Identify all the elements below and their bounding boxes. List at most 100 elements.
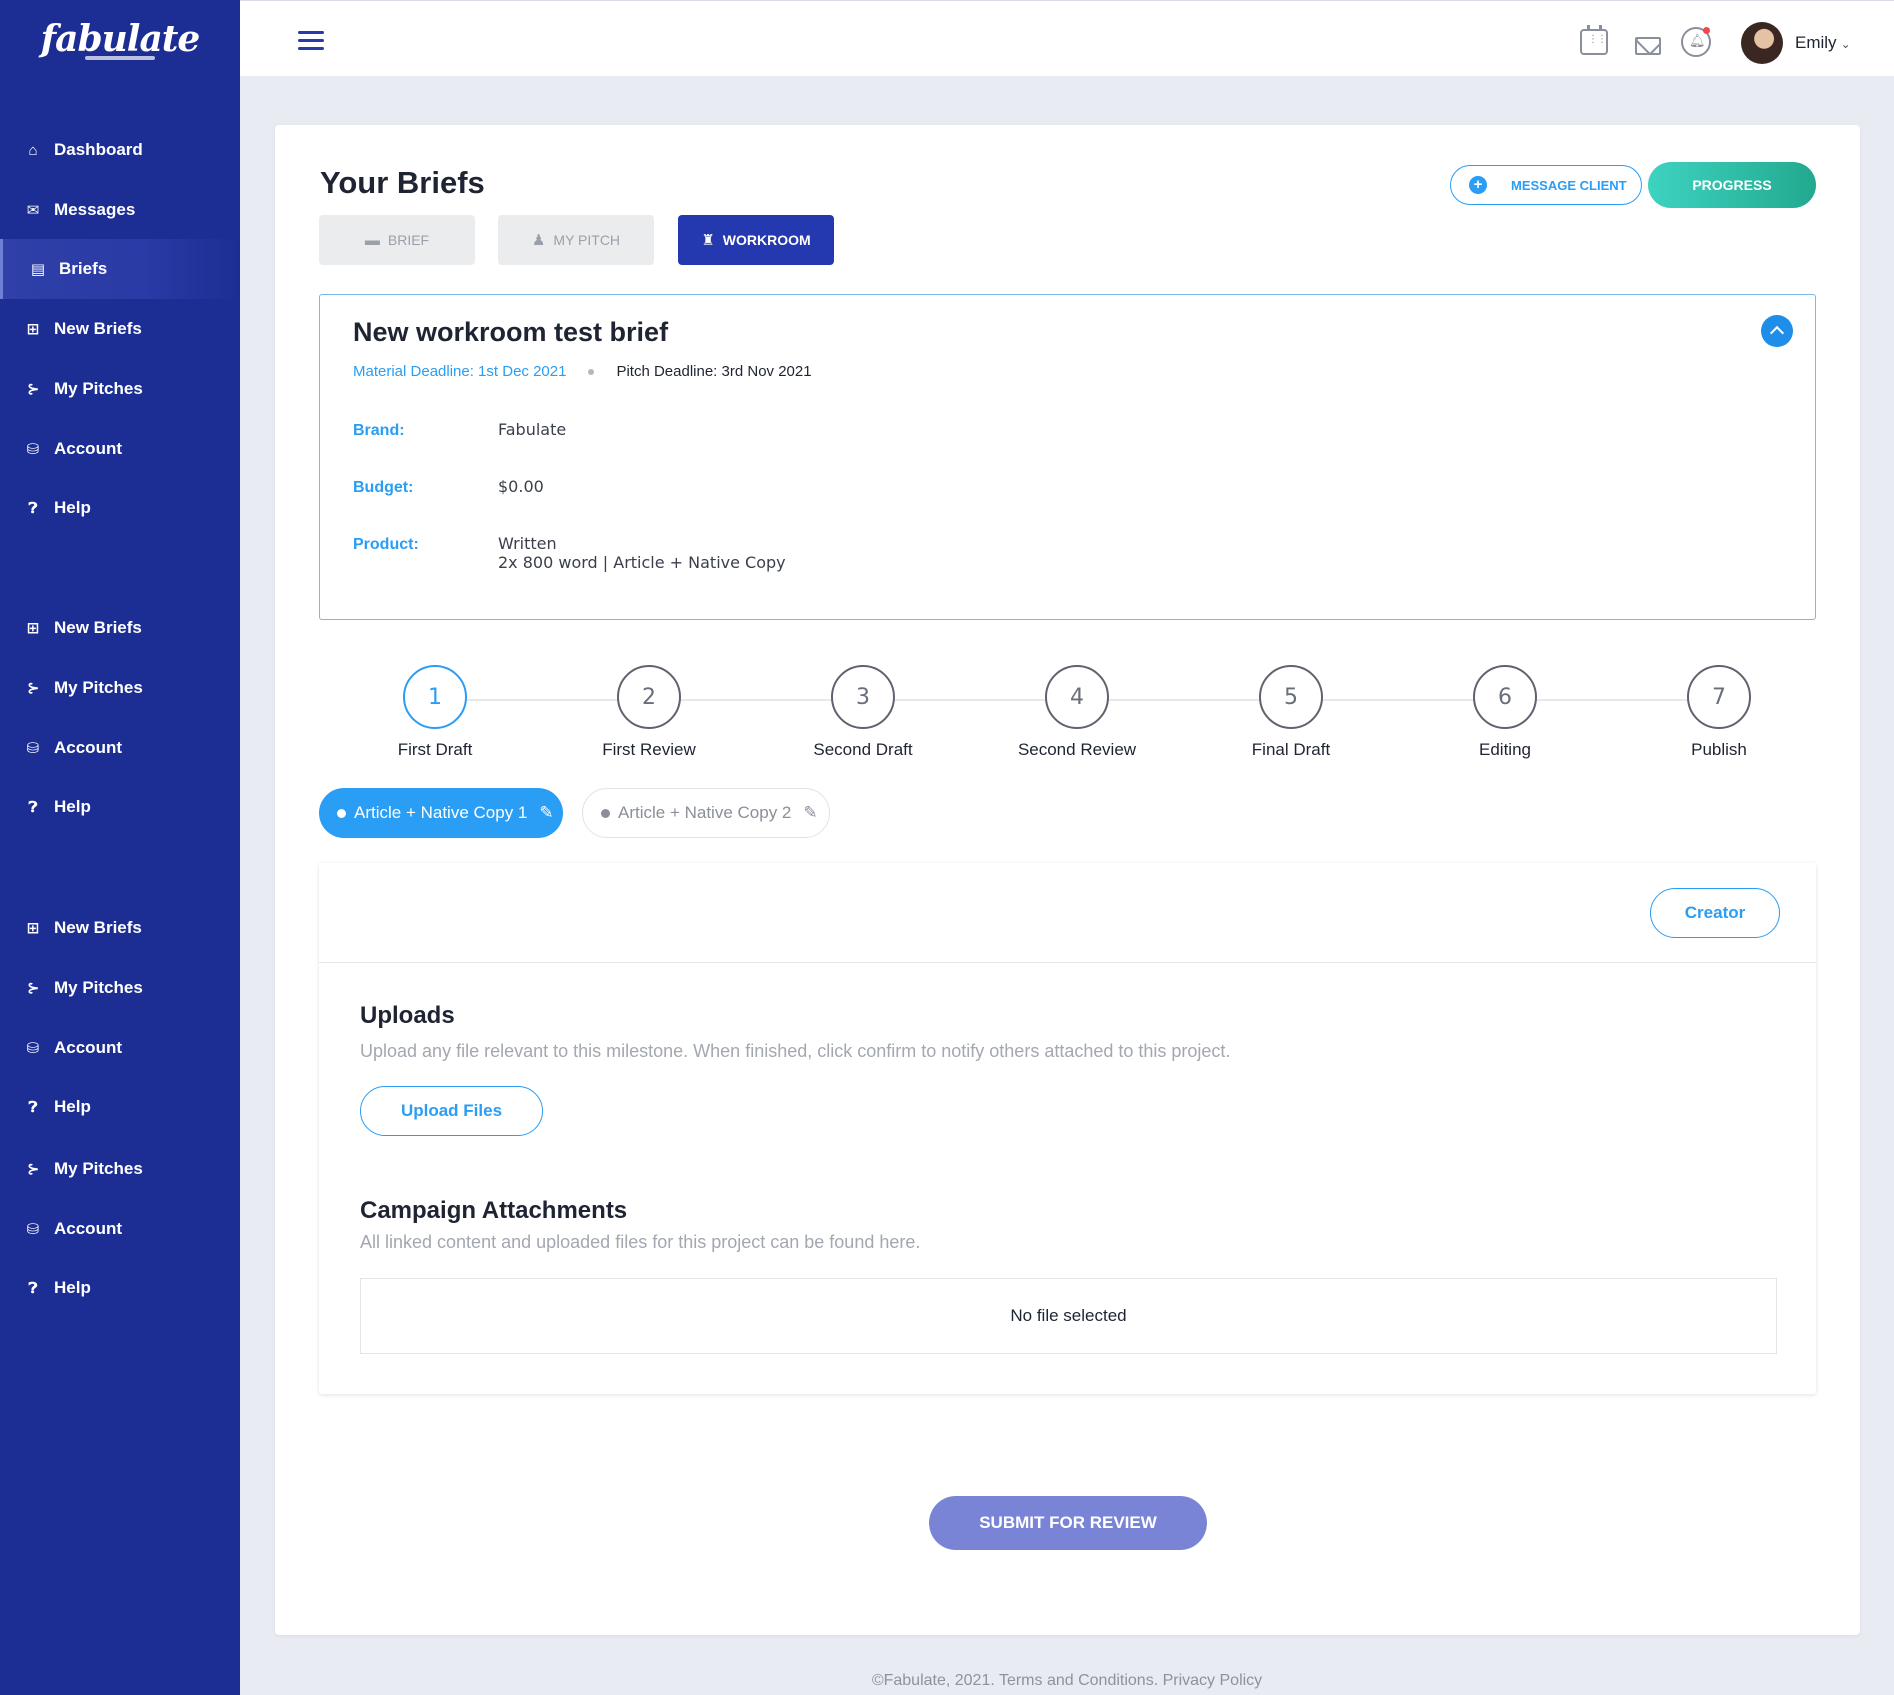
step-final-draft[interactable]: 5 Final Draft: [1191, 665, 1391, 760]
envelope-icon: ✉: [26, 202, 40, 219]
deliverable-label: Article + Native Copy 2: [618, 803, 792, 822]
sidebar-item-dashboard[interactable]: ⌂ Dashboard: [0, 120, 240, 180]
privacy-link[interactable]: Privacy Policy: [1163, 1672, 1263, 1689]
sidebar-item-help[interactable]: ❓︎ Help: [0, 1077, 240, 1137]
step-label: Editing: [1479, 740, 1531, 759]
budget-value: $0.00: [498, 477, 544, 496]
notification-dot: [1703, 27, 1710, 34]
submit-for-review-button[interactable]: SUBMIT FOR REVIEW: [929, 1496, 1207, 1550]
step-label: Second Draft: [813, 740, 913, 759]
top-bar: Emily⌄: [240, 0, 1894, 76]
sidebar-item-help[interactable]: ❓︎ Help: [0, 1258, 240, 1318]
product-type: Written: [498, 534, 557, 553]
sidebar-item-label: My Pitches: [54, 978, 143, 997]
deliverable-tab-1[interactable]: Article + Native Copy 1 ✎: [319, 788, 563, 838]
chevron-up-icon[interactable]: [1761, 315, 1793, 347]
sidebar-item-label: New Briefs: [54, 918, 142, 937]
sidebar: fabulate ⌂ Dashboard ✉ Messages ▤ Briefs…: [0, 0, 240, 1695]
step-second-draft[interactable]: 3 Second Draft: [763, 665, 963, 760]
brand-label: Brand:: [353, 422, 405, 439]
sidebar-item-help[interactable]: ❓︎ Help: [0, 478, 240, 538]
sidebar-item-label: Help: [54, 797, 91, 816]
sidebar-item-new-briefs[interactable]: ⊞ New Briefs: [0, 299, 240, 359]
sidebar-item-account[interactable]: ⛁ Account: [0, 1018, 240, 1078]
bell-icon[interactable]: [1681, 27, 1711, 57]
sidebar-item-label: Help: [54, 1278, 91, 1297]
menu-icon[interactable]: [298, 31, 324, 50]
mail-icon[interactable]: [1635, 37, 1661, 55]
user-menu[interactable]: Emily ⌄: [1795, 33, 1851, 53]
briefcase-icon: ▬: [364, 231, 380, 249]
divider: [319, 962, 1816, 963]
terms-link[interactable]: Terms and Conditions.: [999, 1672, 1158, 1689]
attachments-list: No file selected: [360, 1278, 1777, 1354]
creator-button[interactable]: Creator: [1650, 888, 1780, 938]
avatar[interactable]: [1741, 22, 1783, 64]
message-client-label: MESSAGE CLIENT: [1511, 177, 1627, 193]
step-label: First Review: [602, 740, 696, 759]
pencil-icon[interactable]: ✎: [539, 803, 553, 823]
milestone-panel: Creator Uploads Upload any file relevant…: [319, 863, 1816, 1394]
deadline-row: Material Deadline: 1st Dec 2021 Pitch De…: [353, 363, 812, 380]
attachments-title: Campaign Attachments: [360, 1197, 628, 1224]
sidebar-item-my-pitches[interactable]: ⊱ My Pitches: [0, 1139, 240, 1199]
deliverable-tab-2[interactable]: Article + Native Copy 2 ✎: [582, 788, 830, 838]
sidebar-item-messages[interactable]: ✉ Messages: [0, 180, 240, 240]
step-editing[interactable]: 6 Editing: [1405, 665, 1605, 760]
deliverable-label: Article + Native Copy 1: [354, 803, 528, 822]
footer: ©Fabulate, 2021. Terms and Conditions. P…: [240, 1672, 1894, 1690]
help-icon: ❓︎: [28, 1098, 38, 1116]
sidebar-item-new-briefs[interactable]: ⊞ New Briefs: [0, 898, 240, 958]
presenter-icon: ♟: [531, 232, 546, 249]
message-client-button[interactable]: + MESSAGE CLIENT: [1450, 165, 1642, 205]
step-label: Second Review: [1017, 740, 1137, 759]
step-publish[interactable]: 7 Publish: [1619, 665, 1819, 760]
step-second-review[interactable]: 4 Second Review: [977, 665, 1177, 760]
sidebar-item-account[interactable]: ⛁ Account: [0, 1199, 240, 1259]
sidebar-item-my-pitches[interactable]: ⊱ My Pitches: [0, 658, 240, 718]
sidebar-item-label: My Pitches: [54, 1159, 143, 1178]
sidebar-item-label: Account: [54, 1038, 122, 1057]
tab-brief[interactable]: ▬ BRIEF: [319, 215, 475, 265]
uploads-description: Upload any file relevant to this milesto…: [360, 1041, 1231, 1061]
step-label: First Draft: [397, 740, 473, 759]
main-card: Your Briefs + MESSAGE CLIENT PROGRESS ▬ …: [275, 125, 1860, 1635]
step-number: 2: [617, 665, 681, 729]
fabulate-logo[interactable]: fabulate: [0, 18, 240, 60]
bullet-icon: [601, 808, 610, 818]
sidebar-item-new-briefs[interactable]: ⊞ New Briefs: [0, 598, 240, 658]
upload-files-button[interactable]: Upload Files: [360, 1086, 543, 1136]
sidebar-item-label: Dashboard: [54, 140, 143, 159]
attachments-description: All linked content and uploaded files fo…: [360, 1232, 921, 1252]
help-icon: ❓︎: [28, 1279, 38, 1297]
calendar-icon[interactable]: [1580, 25, 1608, 55]
material-deadline: Material Deadline: 1st Dec 2021: [353, 363, 567, 380]
tab-label: BRIEF: [387, 232, 430, 248]
sidebar-item-briefs[interactable]: ▤ Briefs: [0, 239, 240, 299]
progress-button[interactable]: PROGRESS: [1648, 162, 1816, 208]
workroom-icon: ♜: [701, 232, 715, 249]
chevron-down-icon: ⌄: [1840, 37, 1851, 51]
step-first-review[interactable]: 2 First Review: [549, 665, 749, 760]
tab-label: WORKROOM: [722, 232, 811, 248]
sidebar-item-my-pitches[interactable]: ⊱ My Pitches: [0, 359, 240, 419]
new-briefs-icon: ⊞: [26, 620, 40, 637]
copyright-text: ©Fabulate, 2021.: [871, 1672, 995, 1689]
tab-workroom[interactable]: ♜ WORKROOM: [678, 215, 834, 265]
step-number: 5: [1259, 665, 1323, 729]
sidebar-item-label: Account: [54, 738, 122, 757]
sidebar-item-my-pitches[interactable]: ⊱ My Pitches: [0, 958, 240, 1018]
sidebar-item-account[interactable]: ⛁ Account: [0, 718, 240, 778]
sidebar-item-help[interactable]: ❓︎ Help: [0, 777, 240, 837]
bullet-icon: [337, 808, 346, 818]
pitches-icon: ⊱: [26, 980, 40, 997]
product-label: Product:: [353, 536, 419, 553]
tab-my-pitch[interactable]: ♟ MY PITCH: [498, 215, 654, 265]
new-briefs-icon: ⊞: [26, 920, 40, 937]
step-first-draft[interactable]: 1 First Draft: [335, 665, 535, 760]
brief-title: New workroom test brief: [353, 317, 669, 347]
sidebar-item-label: Briefs: [59, 259, 108, 278]
sidebar-item-account[interactable]: ⛁ Account: [0, 419, 240, 479]
pencil-icon[interactable]: ✎: [803, 803, 817, 823]
sidebar-item-label: Account: [54, 439, 122, 458]
